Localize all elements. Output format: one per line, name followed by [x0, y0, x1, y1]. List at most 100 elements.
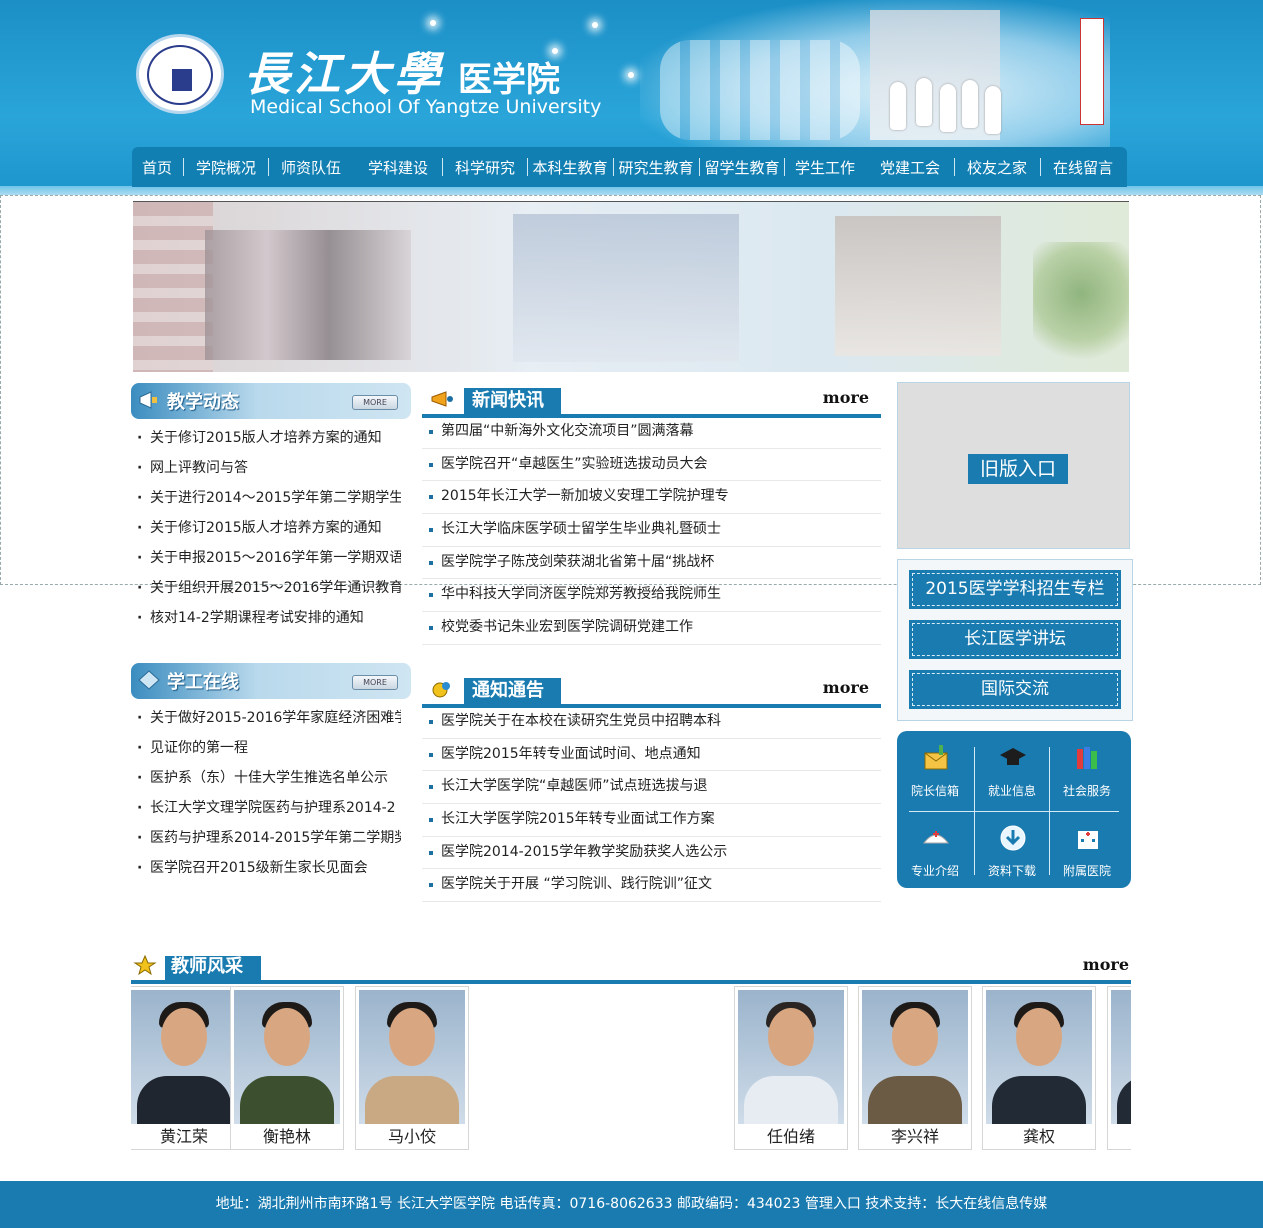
nav-item-disciplines[interactable]: 学科建设 [354, 147, 442, 187]
service-label: 专业介绍 [910, 864, 959, 878]
services-grid: 院长信箱 就业信息 社会服务 专业介绍 资料下载 附属医院 [897, 731, 1131, 888]
school-suffix-cn: 医学院 [458, 60, 560, 100]
admissions-link[interactable]: 2015医学学科招生专栏 [909, 570, 1121, 609]
list-item[interactable]: 关于修订2015版人才培养方案的通知 [131, 423, 401, 453]
megaphone-icon [139, 391, 157, 409]
notices-title: 通知通告 [472, 680, 544, 701]
teacher-card-partial[interactable] [1107, 986, 1131, 1150]
main-nav: 首页 学院概况 师资队伍 学科建设 科学研究 本科生教育 研究生教育 留学生教育… [132, 147, 1127, 187]
list-item[interactable]: 长江大学临床医学硕士留学生毕业典礼暨硕士 [422, 514, 881, 547]
teachers-title: 教师风采 [171, 956, 243, 977]
teacher-photo [234, 990, 340, 1124]
teaching-news-list: 关于修订2015版人才培养方案的通知 网上评教问与答 关于进行2014～2015… [131, 423, 401, 633]
header-photo [640, 0, 1110, 150]
old-version-button[interactable]: 旧版入口 [968, 454, 1068, 484]
service-label: 院长信箱 [910, 784, 959, 798]
service-label: 社会服务 [1062, 784, 1111, 798]
teacher-card[interactable]: 李兴祥 [858, 986, 972, 1150]
list-item[interactable]: 医学院召开2015级新生家长见面会 [131, 853, 401, 883]
list-item[interactable]: 医学院2015年转专业面试时间、地点通知 [422, 739, 881, 772]
nav-item-about[interactable]: 学院概况 [184, 147, 268, 187]
student-work-header: 学工在线 MORE [131, 663, 411, 699]
student-work-list: 关于做好2015-2016学年家庭经济困难学 见证你的第一程 医护系（东）十佳大… [131, 703, 401, 883]
diamond-icon [138, 670, 160, 690]
list-item[interactable]: 关于进行2014～2015学年第二学期学生 [131, 483, 401, 513]
teacher-name: 龚权 [1022, 1127, 1055, 1146]
news-list: 第四届“中新海外文化交流项目”圆满落幕 医学院召开“卓越医生”实验班选拔动员大会… [422, 416, 881, 645]
nav-item-graduate[interactable]: 研究生教育 [614, 147, 698, 187]
books-icon [1077, 747, 1097, 769]
service-label: 附属医院 [1062, 864, 1111, 878]
download-icon [1000, 825, 1026, 851]
teacher-card[interactable]: 任伯绪 [734, 986, 848, 1150]
teacher-name: 任伯绪 [766, 1127, 815, 1146]
list-item[interactable]: 关于修订2015版人才培养方案的通知 [131, 513, 401, 543]
teacher-card[interactable]: 衡艳林 [230, 986, 344, 1150]
teaching-news-title: 教学动态 [167, 392, 239, 413]
teacher-name: 李兴祥 [890, 1127, 939, 1146]
nav-item-alumni[interactable]: 校友之家 [955, 147, 1039, 187]
nav-item-international[interactable]: 留学生教育 [700, 147, 784, 187]
service-president-mailbox[interactable]: 院长信箱 [897, 731, 973, 807]
list-item[interactable]: 2015年长江大学一新加坡义安理工学院护理专 [422, 481, 881, 515]
news-title: 新闻快讯 [472, 390, 544, 411]
graduation-cap-icon [1000, 748, 1026, 765]
list-item[interactable]: 关于申报2015～2016学年第一学期双语 [131, 543, 401, 573]
list-item[interactable]: 华中科技大学同济医学院郑芳教授给我院师生 [422, 579, 881, 613]
nav-item-faculty[interactable]: 师资队伍 [269, 147, 353, 187]
nav-item-undergrad[interactable]: 本科生教育 [528, 147, 612, 187]
list-item[interactable]: 医学院2014-2015学年教学奖励获奖人选公示 [422, 837, 881, 870]
list-item[interactable]: 医学院学子陈茂剑荣获湖北省第十届“挑战杯 [422, 547, 881, 580]
notices-more-link[interactable]: more [823, 678, 869, 697]
teacher-card[interactable]: 马小佼 [355, 986, 469, 1150]
teacher-card[interactable]: 龚权 [982, 986, 1096, 1150]
nav-item-home[interactable]: 首页 [132, 147, 182, 187]
service-employment[interactable]: 就业信息 [974, 731, 1050, 807]
list-item[interactable]: 长江大学医学院“卓越医师”试点班选拔与退 [422, 771, 881, 805]
teacher-photo [359, 990, 465, 1124]
teaching-news-header: 教学动态 MORE [131, 383, 411, 419]
news-header: 新闻快讯 more [422, 382, 881, 418]
service-label: 资料下载 [987, 864, 1036, 878]
list-item[interactable]: 医学院关于开展 “学习院训、践行院训”征文 [422, 869, 881, 903]
teacher-photo [131, 990, 237, 1124]
list-item[interactable]: 医学院召开“卓越医生”实验班选拔动员大会 [422, 449, 881, 482]
list-item[interactable]: 网上评教问与答 [131, 453, 401, 483]
teacher-card[interactable]: 黄江荣 [131, 986, 241, 1150]
list-item[interactable]: 关于组织开展2015～2016学年通识教育 [131, 573, 401, 603]
list-item[interactable]: 关于做好2015-2016学年家庭经济困难学 [131, 703, 401, 733]
news-more-link[interactable]: more [823, 388, 869, 407]
school-logo[interactable] [136, 34, 224, 114]
list-item[interactable]: 医学院关于在本校在读研究生党员中招聘本科 [422, 706, 881, 739]
nav-item-research[interactable]: 科学研究 [443, 147, 527, 187]
teaching-news-more-button[interactable]: MORE [352, 395, 398, 410]
list-item[interactable]: 核对14-2学期课程考试安排的通知 [131, 603, 401, 633]
list-item[interactable]: 第四届“中新海外文化交流项目”圆满落幕 [422, 416, 881, 449]
list-item[interactable]: 见证你的第一程 [131, 733, 401, 763]
teacher-gallery: 黄江荣 衡艳林 马小佼 任伯绪 李兴祥 龚权 [131, 984, 1131, 1154]
service-community[interactable]: 社会服务 [1049, 731, 1125, 807]
list-item[interactable]: 医护系（东）十佳大学生推选名单公示 [131, 763, 401, 793]
nav-item-student-work[interactable]: 学生工作 [785, 147, 865, 187]
international-exchange-link[interactable]: 国际交流 [909, 670, 1121, 709]
notices-header: 通知通告 more [422, 672, 881, 708]
service-majors[interactable]: 专业介绍 [897, 811, 973, 887]
service-downloads[interactable]: 资料下载 [974, 811, 1050, 887]
service-hospitals[interactable]: 附属医院 [1049, 811, 1125, 887]
teachers-more-link[interactable]: more [1083, 955, 1129, 974]
teacher-name: 马小佼 [387, 1127, 436, 1146]
notices-list: 医学院关于在本校在读研究生党员中招聘本科 医学院2015年转专业面试时间、地点通… [422, 706, 881, 903]
teacher-photo [1111, 990, 1131, 1124]
pin-icon [432, 682, 450, 698]
list-item[interactable]: 长江大学医学院2015年转专业面试工作方案 [422, 804, 881, 837]
nav-item-party[interactable]: 党建工会 [870, 147, 950, 187]
nav-item-message[interactable]: 在线留言 [1041, 147, 1125, 187]
list-item[interactable]: 校党委书记朱业宏到医学院调研党建工作 [422, 612, 881, 645]
mailbox-icon [924, 745, 948, 770]
teacher-photo [986, 990, 1092, 1124]
list-item[interactable]: 长江大学文理学院医药与护理系2014-2 [131, 793, 401, 823]
list-item[interactable]: 医药与护理系2014-2015学年第二学期奖 [131, 823, 401, 853]
lecture-forum-link[interactable]: 长江医学讲坛 [909, 620, 1121, 659]
student-work-more-button[interactable]: MORE [352, 675, 398, 690]
teacher-photo [862, 990, 968, 1124]
